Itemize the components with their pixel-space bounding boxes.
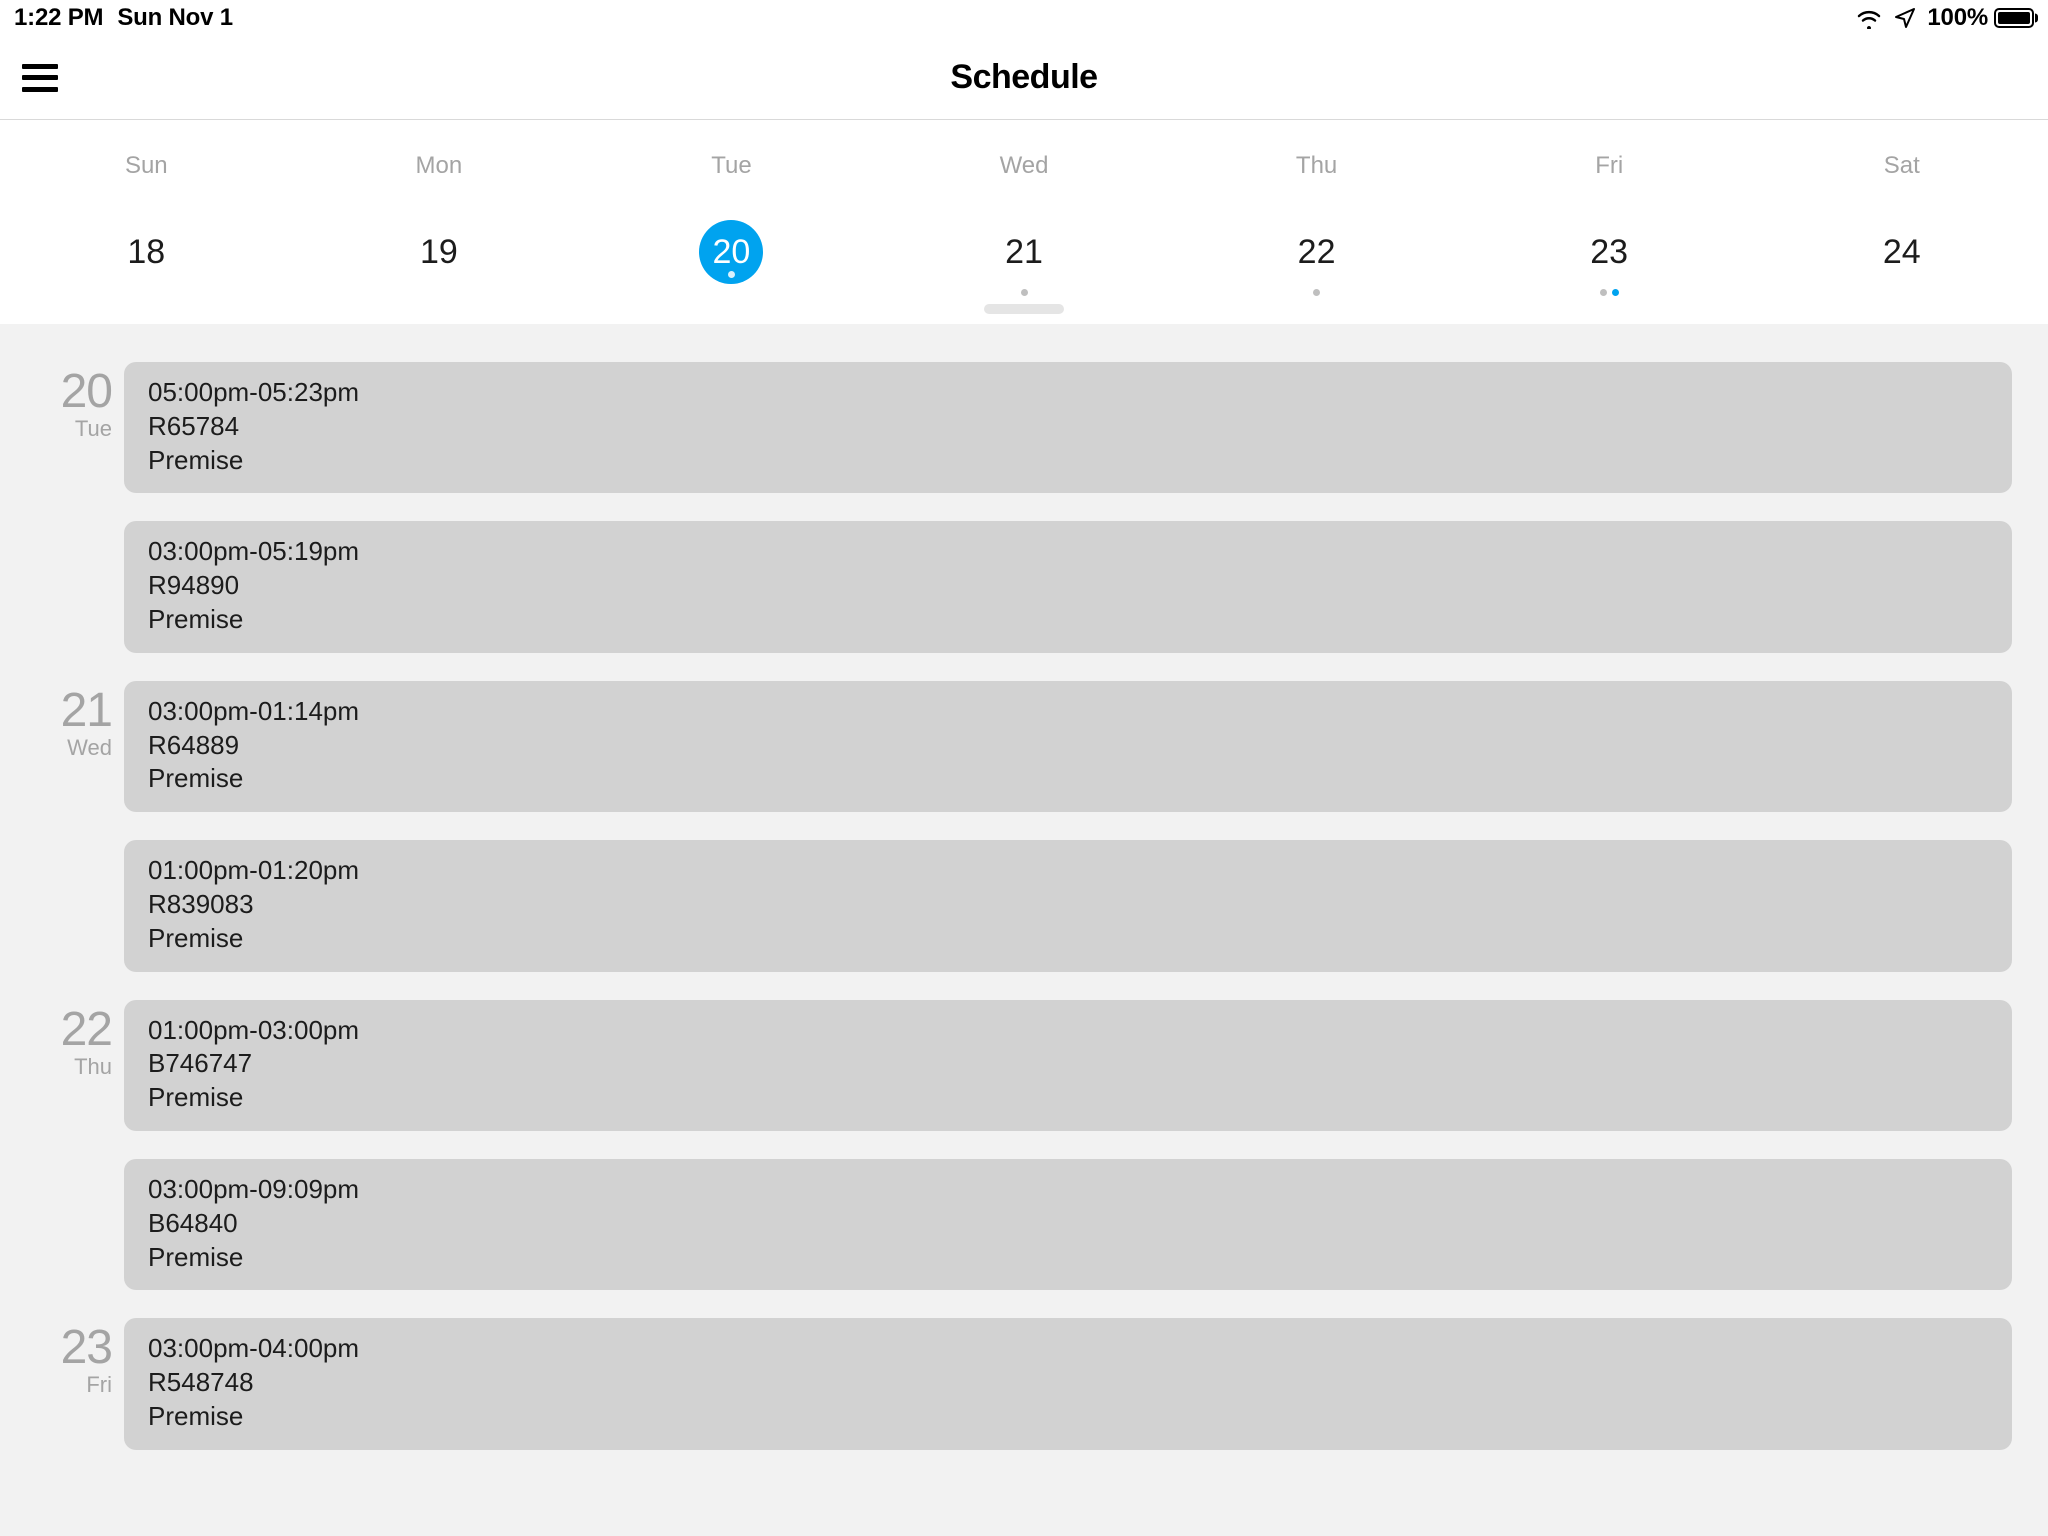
event-location: Premise	[148, 1081, 1988, 1115]
day-number: 19	[420, 235, 458, 269]
day-number-wrap: 23	[1577, 220, 1641, 284]
day-name: Tue	[711, 152, 751, 180]
event-card[interactable]: 03:00pm-04:00pmR548748Premise	[124, 1318, 2012, 1449]
event-ref: R94890	[148, 569, 1988, 603]
event-card[interactable]: 01:00pm-03:00pmB746747Premise	[124, 1000, 2012, 1131]
event-ref: B64840	[148, 1207, 1988, 1241]
day-number: 22	[1298, 235, 1336, 269]
event-time: 01:00pm-01:20pm	[148, 854, 1988, 888]
day-number: 18	[127, 235, 165, 269]
page-title: Schedule	[950, 58, 1097, 97]
event-time: 05:00pm-05:23pm	[148, 376, 1988, 410]
event-card[interactable]: 03:00pm-01:14pmR64889Premise	[124, 681, 2012, 812]
event-card[interactable]: 01:00pm-01:20pmR839083Premise	[124, 840, 2012, 971]
day-column[interactable]: Tue 20	[585, 120, 878, 324]
day-label: 23Fri	[0, 1318, 124, 1477]
day-column[interactable]: Wed 21	[878, 120, 1171, 324]
battery-icon	[1994, 8, 2034, 28]
event-location: Premise	[148, 762, 1988, 796]
day-label-name: Fri	[0, 1372, 112, 1398]
event-ref: R65784	[148, 410, 1988, 444]
event-location: Premise	[148, 1400, 1988, 1434]
day-label-number: 20	[0, 368, 112, 416]
battery-percent: 100%	[1927, 4, 1988, 32]
day-label-name: Tue	[0, 416, 112, 442]
day-number: 24	[1883, 235, 1921, 269]
day-group: 23Fri03:00pm-04:00pmR548748Premise	[0, 1318, 2048, 1477]
day-group: 21Wed03:00pm-01:14pmR64889Premise01:00pm…	[0, 681, 2048, 1000]
event-time: 01:00pm-03:00pm	[148, 1014, 1988, 1048]
events-column: 05:00pm-05:23pmR65784Premise03:00pm-05:1…	[124, 362, 2048, 681]
day-label: 22Thu	[0, 1000, 124, 1319]
event-location: Premise	[148, 444, 1988, 478]
day-label-name: Wed	[0, 735, 112, 761]
day-label-number: 21	[0, 687, 112, 735]
events-column: 01:00pm-03:00pmB746747Premise03:00pm-09:…	[124, 1000, 2048, 1319]
status-date: Sun Nov 1	[117, 4, 233, 32]
day-name: Thu	[1296, 152, 1337, 180]
day-name: Fri	[1595, 152, 1623, 180]
events-column: 03:00pm-04:00pmR548748Premise	[124, 1318, 2048, 1477]
event-indicator	[1600, 289, 1619, 296]
event-indicator	[728, 271, 735, 278]
event-indicator	[1021, 289, 1028, 296]
event-time: 03:00pm-09:09pm	[148, 1173, 1988, 1207]
day-number-wrap: 20	[699, 220, 763, 284]
event-time: 03:00pm-05:19pm	[148, 535, 1988, 569]
day-column[interactable]: Sun 18	[0, 120, 293, 324]
event-card[interactable]: 03:00pm-09:09pmB64840Premise	[124, 1159, 2012, 1290]
event-ref: R839083	[148, 888, 1988, 922]
day-number: 23	[1590, 235, 1628, 269]
status-time: 1:22 PM	[14, 4, 103, 32]
location-icon	[1893, 6, 1917, 30]
day-number-wrap: 21	[992, 220, 1056, 284]
wifi-icon	[1855, 7, 1883, 29]
app-header: Schedule	[0, 36, 2048, 120]
event-time: 03:00pm-01:14pm	[148, 695, 1988, 729]
day-column[interactable]: Sat 24	[1755, 120, 2048, 324]
day-label-name: Thu	[0, 1054, 112, 1080]
day-number-wrap: 19	[407, 220, 471, 284]
day-column[interactable]: Thu 22	[1170, 120, 1463, 324]
day-name: Sun	[125, 152, 168, 180]
day-number: 21	[1005, 235, 1043, 269]
event-time: 03:00pm-04:00pm	[148, 1332, 1988, 1366]
status-bar: 1:22 PM Sun Nov 1 100%	[0, 0, 2048, 36]
menu-button[interactable]	[22, 64, 58, 92]
event-card[interactable]: 05:00pm-05:23pmR65784Premise	[124, 362, 2012, 493]
event-ref: B746747	[148, 1047, 1988, 1081]
day-group: 20Tue05:00pm-05:23pmR65784Premise03:00pm…	[0, 362, 2048, 681]
drag-handle[interactable]	[984, 304, 1064, 314]
day-number-wrap: 22	[1285, 220, 1349, 284]
events-column: 03:00pm-01:14pmR64889Premise01:00pm-01:2…	[124, 681, 2048, 1000]
day-name: Sat	[1884, 152, 1920, 180]
day-label: 21Wed	[0, 681, 124, 1000]
week-strip: Sun 18 Mon 19 Tue 20 Wed 21 Thu 22 Fri 23 Sat 24	[0, 120, 2048, 324]
event-ref: R64889	[148, 729, 1988, 763]
day-column[interactable]: Fri 23	[1463, 120, 1756, 324]
day-group: 22Thu01:00pm-03:00pmB746747Premise03:00p…	[0, 1000, 2048, 1319]
day-number-wrap: 24	[1870, 220, 1934, 284]
day-name: Mon	[416, 152, 463, 180]
event-ref: R548748	[148, 1366, 1988, 1400]
day-label-number: 22	[0, 1006, 112, 1054]
day-number: 20	[713, 235, 751, 269]
day-name: Wed	[1000, 152, 1049, 180]
event-card[interactable]: 03:00pm-05:19pmR94890Premise	[124, 521, 2012, 652]
day-column[interactable]: Mon 19	[293, 120, 586, 324]
schedule-list: 20Tue05:00pm-05:23pmR65784Premise03:00pm…	[0, 324, 2048, 1536]
event-location: Premise	[148, 603, 1988, 637]
day-label-number: 23	[0, 1324, 112, 1372]
day-label: 20Tue	[0, 362, 124, 681]
event-indicator	[1313, 289, 1320, 296]
event-location: Premise	[148, 1241, 1988, 1275]
day-number-wrap: 18	[114, 220, 178, 284]
event-location: Premise	[148, 922, 1988, 956]
